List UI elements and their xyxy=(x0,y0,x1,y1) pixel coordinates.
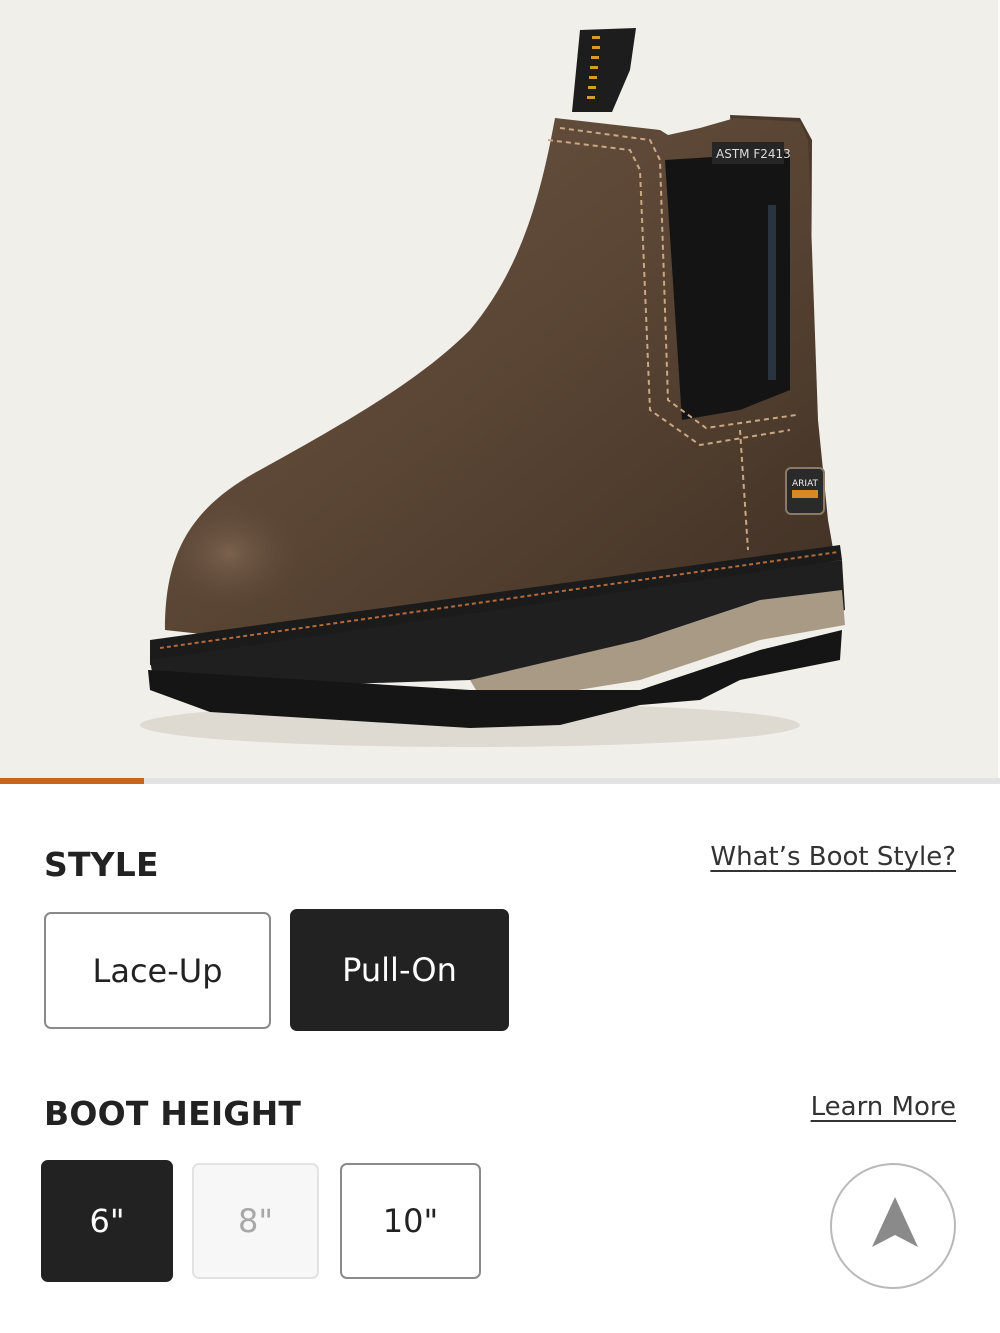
arrow-up-icon xyxy=(872,1197,918,1247)
style-option-pull-on[interactable]: Pull-On xyxy=(290,909,509,1031)
boot-image: ASTM F2413 ARIAT xyxy=(140,28,845,747)
scroll-to-top-button[interactable] xyxy=(830,1163,956,1289)
height-option-8[interactable]: 8" xyxy=(192,1163,319,1279)
style-section-title: STYLE xyxy=(44,845,159,884)
learn-more-link[interactable]: Learn More xyxy=(811,1092,956,1122)
style-option-lace-up[interactable]: Lace-Up xyxy=(44,912,271,1029)
carousel-progress-fill xyxy=(0,778,144,784)
height-option-6[interactable]: 6" xyxy=(41,1160,173,1282)
image-carousel-progress xyxy=(0,778,1000,784)
whats-boot-style-link[interactable]: What’s Boot Style? xyxy=(710,842,956,872)
height-option-10[interactable]: 10" xyxy=(340,1163,481,1279)
product-image[interactable]: ASTM F2413 ARIAT xyxy=(0,0,1000,782)
boot-height-section-title: BOOT HEIGHT xyxy=(44,1094,302,1133)
svg-text:ASTM F2413: ASTM F2413 xyxy=(716,147,791,161)
svg-text:ARIAT: ARIAT xyxy=(792,479,819,489)
